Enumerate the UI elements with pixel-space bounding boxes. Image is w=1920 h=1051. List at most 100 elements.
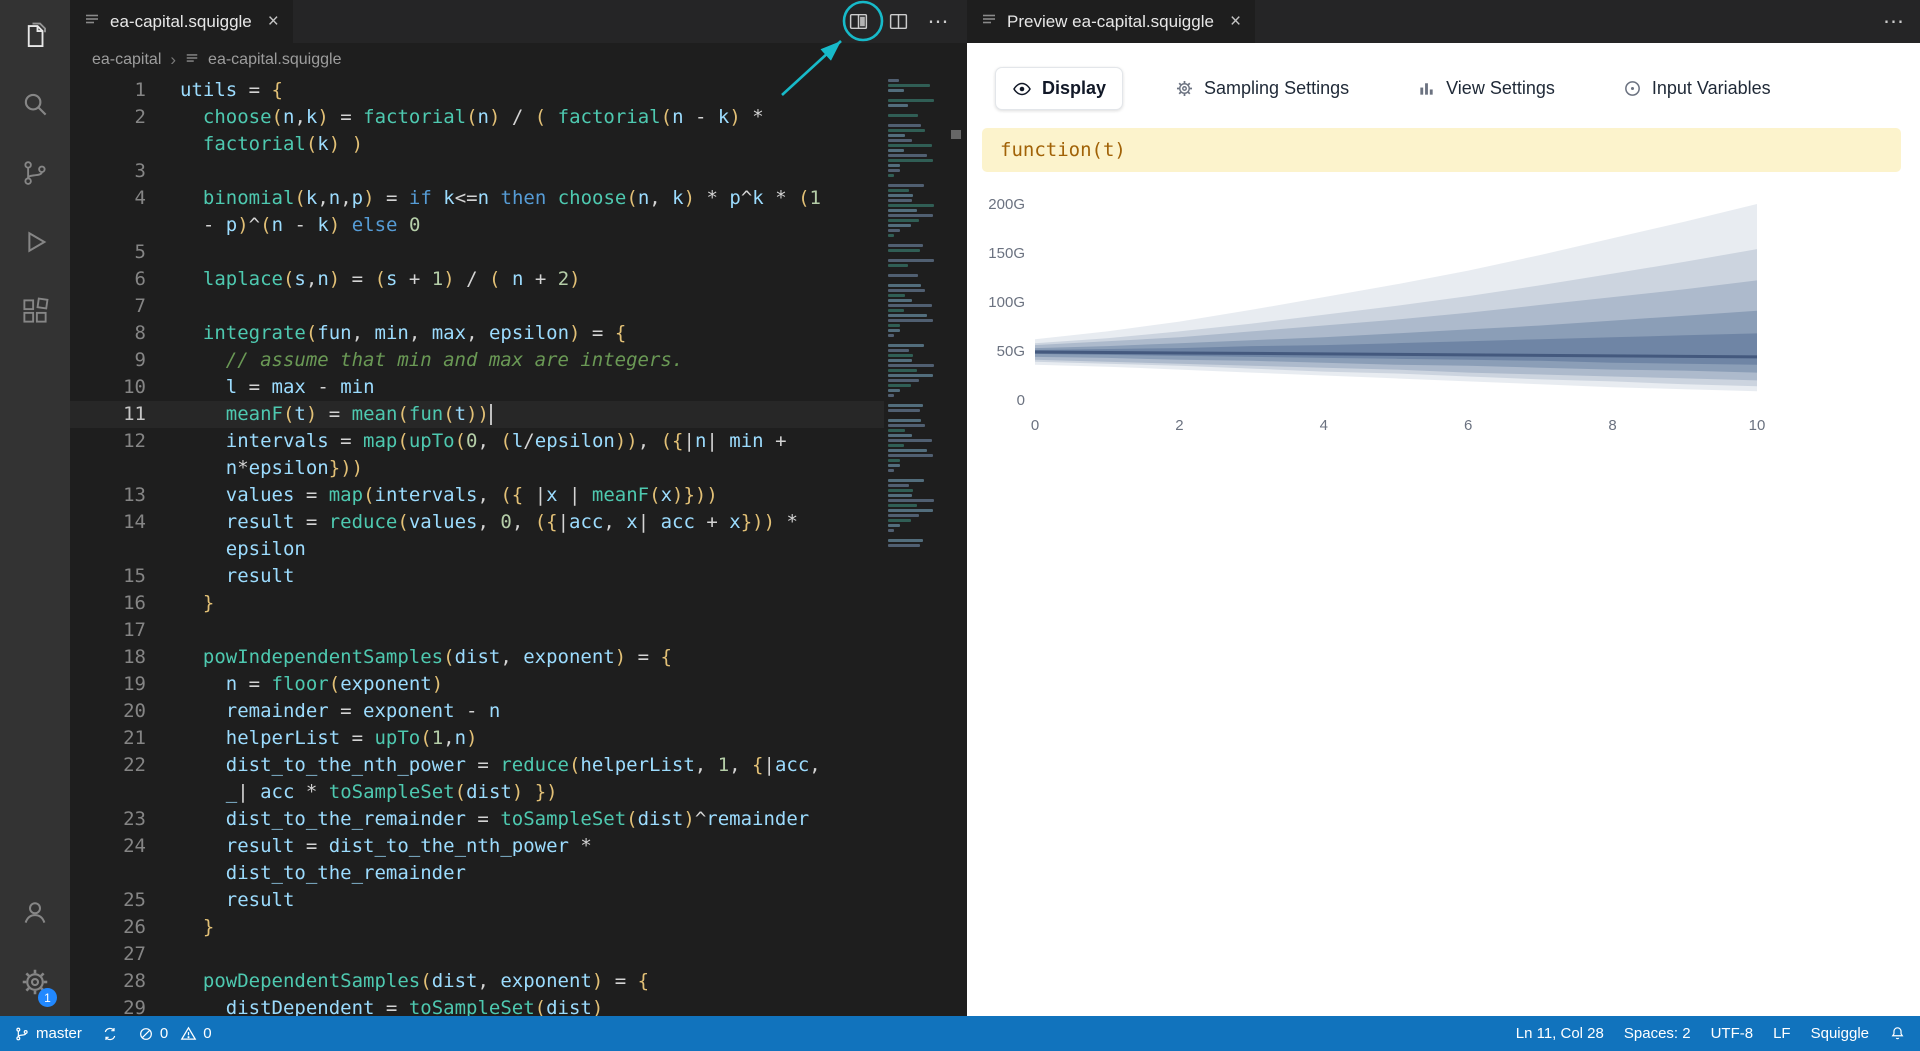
code-row[interactable]: 12 intervals = map(upTo(0, (l/epsilon)),… bbox=[70, 428, 884, 455]
line-number[interactable]: 8 bbox=[84, 320, 146, 347]
function-banner[interactable]: function(t) bbox=[982, 128, 1901, 172]
open-preview-side-button[interactable] bbox=[847, 11, 869, 32]
line-number[interactable]: 14 bbox=[84, 509, 146, 536]
code-row[interactable]: 9 // assume that min and max are integer… bbox=[70, 347, 884, 374]
code-row[interactable]: 24 result = dist_to_the_nth_power * bbox=[70, 833, 884, 860]
code-row[interactable]: 23 dist_to_the_remainder = toSampleSet(d… bbox=[70, 806, 884, 833]
code-row[interactable]: dist_to_the_remainder bbox=[70, 860, 884, 887]
code-row[interactable]: 20 remainder = exponent - n bbox=[70, 698, 884, 725]
code-row[interactable]: 11 meanF(t) = mean(fun(t)) bbox=[70, 401, 884, 428]
line-number[interactable]: 29 bbox=[84, 995, 146, 1016]
line-number[interactable] bbox=[84, 536, 146, 563]
line-number[interactable]: 22 bbox=[84, 752, 146, 779]
line-number[interactable]: 9 bbox=[84, 347, 146, 374]
code-row[interactable]: 29 distDependent = toSampleSet(dist) bbox=[70, 995, 884, 1016]
line-number[interactable]: 7 bbox=[84, 293, 146, 320]
line-number[interactable] bbox=[84, 860, 146, 887]
line-number[interactable]: 12 bbox=[84, 428, 146, 455]
extensions-icon[interactable] bbox=[0, 281, 70, 341]
line-number[interactable]: 25 bbox=[84, 887, 146, 914]
line-number[interactable]: 1 bbox=[84, 77, 146, 104]
code-row[interactable]: 7 bbox=[70, 293, 884, 320]
line-number[interactable]: 19 bbox=[84, 671, 146, 698]
tab-close-icon[interactable]: × bbox=[268, 11, 279, 33]
code-row[interactable]: - p)^(n - k) else 0 bbox=[70, 212, 884, 239]
search-icon[interactable] bbox=[0, 74, 70, 134]
tab-ea-capital-squiggle[interactable]: ea-capital.squiggle × bbox=[70, 0, 293, 43]
line-number[interactable]: 13 bbox=[84, 482, 146, 509]
settings-gear-icon[interactable] bbox=[0, 952, 70, 1012]
explorer-icon[interactable] bbox=[0, 6, 70, 66]
line-number[interactable]: 4 bbox=[84, 185, 146, 212]
code-row[interactable]: 26 } bbox=[70, 914, 884, 941]
line-number[interactable]: 2 bbox=[84, 104, 146, 131]
line-number[interactable] bbox=[84, 131, 146, 158]
code-row[interactable]: factorial(k) ) bbox=[70, 131, 884, 158]
code-row[interactable]: 14 result = reduce(values, 0, ({|acc, x|… bbox=[70, 509, 884, 536]
line-number[interactable]: 15 bbox=[84, 563, 146, 590]
line-number[interactable]: 21 bbox=[84, 725, 146, 752]
more-actions-button[interactable]: ⋯ bbox=[927, 9, 949, 34]
line-number[interactable]: 23 bbox=[84, 806, 146, 833]
code-row[interactable]: 5 bbox=[70, 239, 884, 266]
code-row[interactable]: 2 choose(n,k) = factorial(n) / ( factori… bbox=[70, 104, 884, 131]
breadcrumb-file[interactable]: ea-capital.squiggle bbox=[208, 51, 341, 69]
notifications-bell-icon[interactable] bbox=[1889, 1025, 1906, 1042]
line-number[interactable]: 27 bbox=[84, 941, 146, 968]
line-number[interactable]: 5 bbox=[84, 239, 146, 266]
line-number[interactable] bbox=[84, 455, 146, 482]
line-number[interactable]: 28 bbox=[84, 968, 146, 995]
line-number[interactable]: 10 bbox=[84, 374, 146, 401]
code-row[interactable]: 13 values = map(intervals, ({ |x | meanF… bbox=[70, 482, 884, 509]
code-row[interactable]: 8 integrate(fun, min, max, epsilon) = { bbox=[70, 320, 884, 347]
line-number[interactable]: 11 bbox=[84, 401, 146, 428]
code-row[interactable]: 15 result bbox=[70, 563, 884, 590]
problems-indicator[interactable]: 0 0 bbox=[138, 1025, 212, 1042]
code-row[interactable]: 17 bbox=[70, 617, 884, 644]
run-debug-icon[interactable] bbox=[0, 212, 70, 272]
code-row[interactable]: 19 n = floor(exponent) bbox=[70, 671, 884, 698]
sync-button[interactable] bbox=[102, 1026, 118, 1042]
eol-setting[interactable]: LF bbox=[1773, 1025, 1791, 1042]
line-number[interactable] bbox=[84, 779, 146, 806]
breadcrumb-folder[interactable]: ea-capital bbox=[92, 51, 161, 69]
cursor-position[interactable]: Ln 11, Col 28 bbox=[1516, 1025, 1604, 1042]
code-row[interactable]: 16 } bbox=[70, 590, 884, 617]
more-actions-button[interactable]: ⋯ bbox=[1883, 0, 1904, 43]
code-row[interactable]: 1utils = { bbox=[70, 77, 884, 104]
tab-display[interactable]: Display bbox=[995, 67, 1123, 110]
code-row[interactable]: 18 powIndependentSamples(dist, exponent)… bbox=[70, 644, 884, 671]
tab-close-icon[interactable]: × bbox=[1230, 11, 1241, 33]
line-number[interactable]: 20 bbox=[84, 698, 146, 725]
accounts-icon[interactable] bbox=[0, 882, 70, 942]
branch-indicator[interactable]: master bbox=[14, 1025, 82, 1042]
line-number[interactable]: 17 bbox=[84, 617, 146, 644]
code-row[interactable]: 22 dist_to_the_nth_power = reduce(helper… bbox=[70, 752, 884, 779]
language-mode[interactable]: Squiggle bbox=[1811, 1025, 1869, 1042]
split-editor-button[interactable] bbox=[887, 11, 909, 32]
tab-preview-ea-capital[interactable]: Preview ea-capital.squiggle × bbox=[967, 0, 1255, 43]
line-number[interactable]: 26 bbox=[84, 914, 146, 941]
indentation-setting[interactable]: Spaces: 2 bbox=[1624, 1025, 1691, 1042]
code-row[interactable]: 10 l = max - min bbox=[70, 374, 884, 401]
line-number[interactable]: 24 bbox=[84, 833, 146, 860]
tab-sampling-settings[interactable]: Sampling Settings bbox=[1159, 68, 1365, 109]
code-row[interactable]: 4 binomial(k,n,p) = if k<=n then choose(… bbox=[70, 185, 884, 212]
minimap[interactable] bbox=[884, 77, 946, 1016]
code-row[interactable]: 3 bbox=[70, 158, 884, 185]
code-row[interactable]: 21 helperList = upTo(1,n) bbox=[70, 725, 884, 752]
code-row[interactable]: 28 powDependentSamples(dist, exponent) =… bbox=[70, 968, 884, 995]
tab-input-variables[interactable]: Input Variables bbox=[1607, 68, 1787, 109]
line-number[interactable] bbox=[84, 212, 146, 239]
code-row[interactable]: _| acc * toSampleSet(dist) }) bbox=[70, 779, 884, 806]
encoding-setting[interactable]: UTF-8 bbox=[1711, 1025, 1754, 1042]
code-row[interactable]: 27 bbox=[70, 941, 884, 968]
line-number[interactable]: 16 bbox=[84, 590, 146, 617]
line-number[interactable]: 18 bbox=[84, 644, 146, 671]
line-number[interactable]: 3 bbox=[84, 158, 146, 185]
source-control-icon[interactable] bbox=[0, 143, 70, 203]
code-row[interactable]: 25 result bbox=[70, 887, 884, 914]
code-row[interactable]: n*epsilon})) bbox=[70, 455, 884, 482]
code-row[interactable]: epsilon bbox=[70, 536, 884, 563]
code-row[interactable]: 6 laplace(s,n) = (s + 1) / ( n + 2) bbox=[70, 266, 884, 293]
